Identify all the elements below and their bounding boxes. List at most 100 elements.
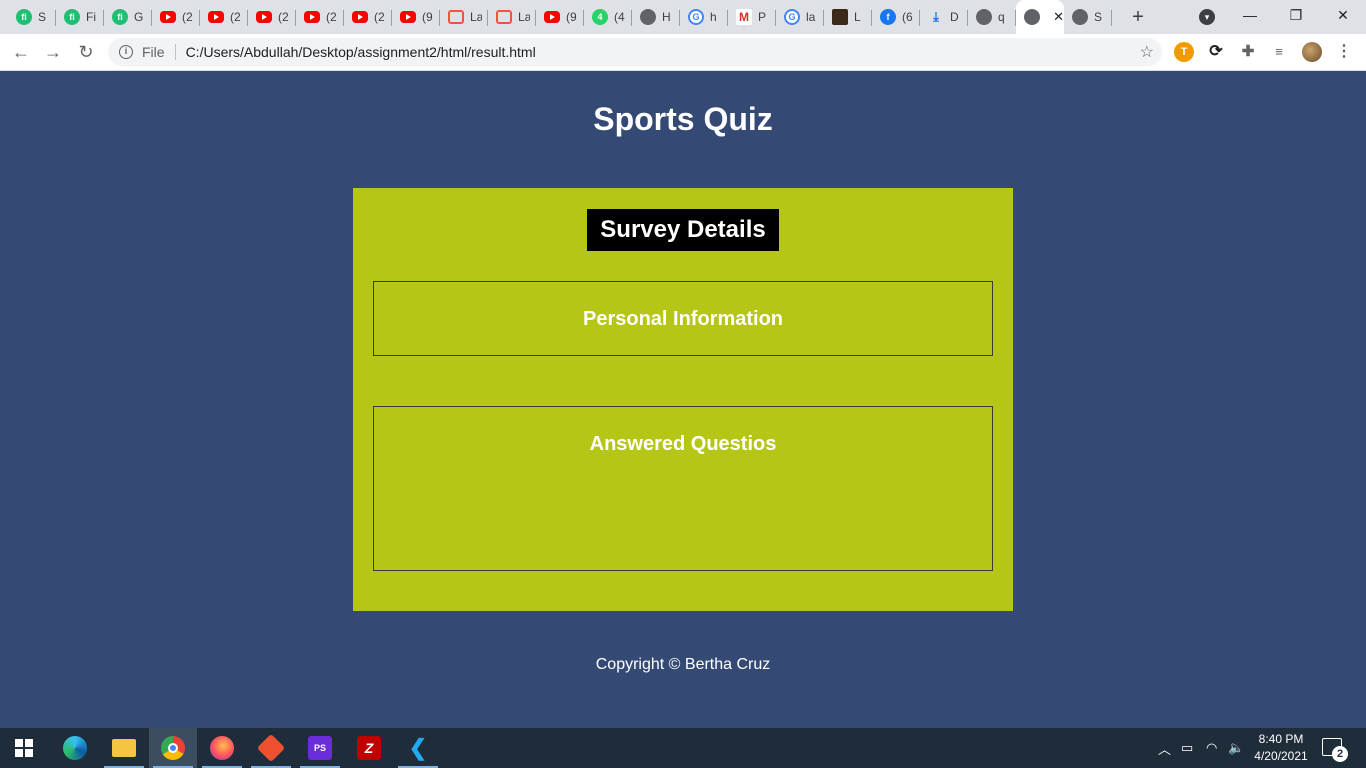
volume-icon[interactable]: 🔈 — [1228, 728, 1244, 768]
git-icon[interactable] — [247, 728, 295, 768]
tab-title: La — [518, 10, 530, 24]
tab-title: P — [758, 10, 767, 24]
tab-title: (2 — [374, 10, 385, 24]
clock-date: 4/20/2021 — [1254, 749, 1308, 763]
edge-icon[interactable] — [51, 728, 99, 768]
browser-tab[interactable]: MP — [728, 4, 776, 30]
fiverr-icon: fi — [16, 9, 32, 25]
globe-icon — [1072, 9, 1088, 25]
laravel-icon — [448, 10, 464, 24]
laravel-icon — [496, 10, 512, 24]
book-icon — [832, 9, 848, 25]
browser-tab[interactable]: fi G — [104, 4, 152, 30]
download-icon: ⤓ — [933, 9, 939, 24]
close-window-button[interactable]: ✕ — [1320, 0, 1366, 30]
tab-title: (9 — [566, 10, 577, 24]
browser-toolbar: ← → ↻ i File C:/Users/Abdullah/Desktop/a… — [0, 34, 1366, 71]
tab-title: h — [710, 10, 717, 24]
system-clock[interactable]: 8:40 PM 4/20/2021 — [1252, 731, 1310, 765]
google-icon: G — [784, 9, 800, 25]
browser-tab[interactable]: (2 — [152, 4, 200, 30]
youtube-icon — [544, 11, 560, 23]
battery-icon[interactable]: ▭ — [1181, 728, 1193, 768]
browser-tab[interactable]: q — [968, 4, 1016, 30]
facebook-icon: f — [880, 9, 896, 25]
tab-title: S — [38, 10, 47, 24]
tab-title: L — [854, 10, 861, 24]
chrome-icon[interactable] — [149, 728, 197, 768]
extension-t-icon[interactable]: T — [1174, 42, 1194, 62]
browser-tab[interactable]: (9 — [536, 4, 584, 30]
sync-extension-icon[interactable]: ⟳ — [1206, 42, 1226, 62]
tab-title: H — [662, 10, 671, 24]
tab-title: G — [134, 10, 144, 24]
tab-list: fi Sfi Fi fi G (2 (2 (2 (2 (2 (9 La La (9 4 (4 H Gh M P Gla L… — [0, 0, 1150, 34]
survey-card: Survey Details Personal Information Answ… — [353, 188, 1013, 611]
answered-questions-box: Answered Questios — [373, 406, 993, 571]
file-explorer-icon[interactable] — [100, 728, 148, 768]
gmail-icon: M — [736, 9, 752, 25]
tab-title: (4 — [614, 10, 625, 24]
extensions-puzzle-icon[interactable]: ✚ — [1238, 42, 1258, 62]
fiverr-icon: fi — [64, 9, 80, 25]
reload-icon[interactable]: ↻ — [74, 40, 98, 64]
browser-tab[interactable]: f (6 — [872, 4, 920, 30]
answered-questions-heading: Answered Questios — [589, 433, 777, 455]
firefox-icon[interactable] — [198, 728, 246, 768]
windows-start-icon[interactable] — [0, 728, 48, 768]
browser-tab[interactable]: (2 — [344, 4, 392, 30]
windows-taskbar: PS Z ❮ ︿ ▭ ◠ 🔈 8:40 PM 4/20/2021 2 — [0, 728, 1366, 768]
tab-title: q — [998, 10, 1005, 24]
google-icon: G — [688, 9, 704, 25]
globe-icon — [976, 9, 992, 25]
profile-avatar[interactable] — [1302, 42, 1322, 62]
personal-info-box: Personal Information — [373, 281, 993, 356]
browser-tab[interactable]: fi S — [8, 4, 56, 30]
browser-tab[interactable]: (2 — [296, 4, 344, 30]
restore-button[interactable]: ❐ — [1273, 0, 1319, 30]
address-bar[interactable]: i File C:/Users/Abdullah/Desktop/assignm… — [108, 38, 1162, 66]
browser-tab[interactable]: ⤓ D — [920, 4, 968, 30]
divider — [174, 44, 176, 60]
youtube-icon — [304, 11, 320, 23]
browser-tab[interactable]: La — [440, 4, 488, 30]
browser-tab[interactable]: (2 — [200, 4, 248, 30]
browser-tab[interactable]: La — [488, 4, 536, 30]
forward-icon[interactable]: → — [41, 40, 65, 64]
info-icon[interactable]: i — [119, 45, 133, 59]
media-queue-icon[interactable]: ≡ — [1269, 42, 1289, 62]
tab-title: (2 — [230, 10, 241, 24]
phpstorm-icon[interactable]: PS — [296, 728, 344, 768]
youtube-icon — [400, 11, 416, 23]
url-text[interactable]: C:/Users/Abdullah/Desktop/assignment2/ht… — [186, 44, 536, 60]
minimize-button[interactable]: — — [1227, 0, 1273, 30]
page-content: Sports Quiz Survey Details Personal Info… — [0, 71, 1366, 728]
globe-icon — [640, 9, 656, 25]
wifi-icon[interactable]: ◠ — [1206, 728, 1217, 768]
browser-tab[interactable]: fi Fi — [56, 4, 104, 30]
back-icon[interactable]: ← — [9, 40, 33, 64]
browser-tab[interactable]: Gla — [776, 4, 824, 30]
browser-tab[interactable]: S — [1064, 4, 1112, 30]
bookmark-star-icon[interactable]: ☆ — [1140, 42, 1154, 62]
vscode-icon[interactable]: ❮ — [394, 728, 442, 768]
filezilla-icon[interactable]: Z — [345, 728, 393, 768]
browser-tab[interactable]: L — [824, 4, 872, 30]
notification-count-badge: 2 — [1332, 746, 1348, 762]
chrome-menu-icon[interactable]: ⋮ — [1334, 42, 1354, 62]
tab-search-icon[interactable]: ▾ — [1199, 9, 1215, 25]
show-hidden-icons-icon[interactable]: ︿ — [1158, 728, 1171, 768]
youtube-icon — [160, 11, 176, 23]
new-tab-button[interactable]: + — [1126, 6, 1150, 29]
browser-tab[interactable]: (9 — [392, 4, 440, 30]
browser-tab[interactable]: 4 (4 — [584, 4, 632, 30]
fiverr-icon: fi — [112, 9, 128, 25]
browser-tab[interactable]: Gh — [680, 4, 728, 30]
personal-info-heading: Personal Information — [582, 308, 784, 330]
browser-tab[interactable]: H — [632, 4, 680, 30]
tab-title: La — [470, 10, 482, 24]
globe-icon — [1024, 9, 1040, 25]
browser-tab[interactable]: (2 — [248, 4, 296, 30]
close-tab-icon[interactable]: ✕ — [1053, 9, 1064, 25]
browser-tab[interactable]: ✕ — [1016, 0, 1064, 34]
